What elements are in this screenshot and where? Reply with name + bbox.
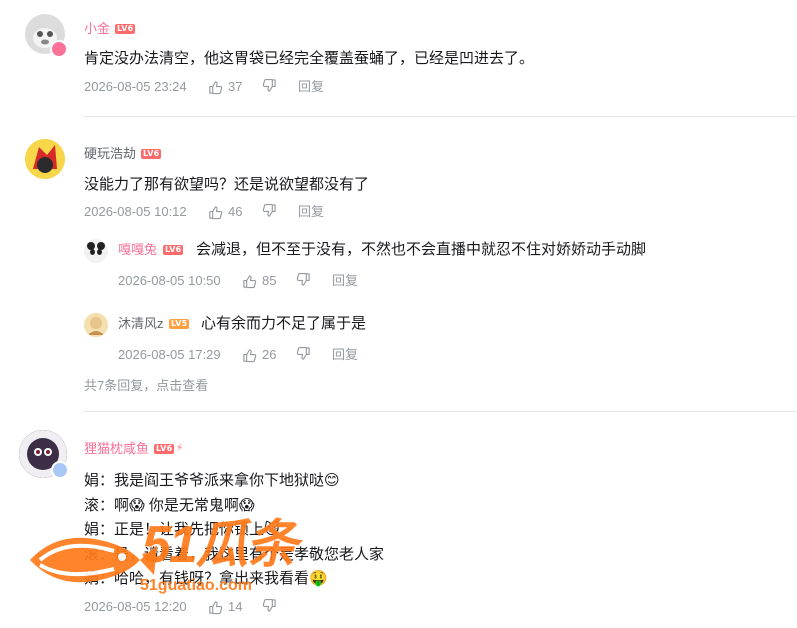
reply-button[interactable]: 回复: [298, 203, 324, 221]
reply-button[interactable]: 回复: [298, 78, 324, 96]
divider: [84, 116, 797, 117]
reply-button[interactable]: 回复: [332, 346, 358, 364]
watermark-brand: 51瓜条: [142, 516, 298, 574]
reply-avatar[interactable]: [84, 313, 108, 337]
dislike-button[interactable]: [262, 78, 277, 93]
thumbs-down-icon: [262, 78, 277, 93]
thumbs-up-icon: [242, 348, 257, 363]
thumbs-down-icon: [262, 203, 277, 218]
like-button[interactable]: 26: [242, 346, 276, 364]
view-more-replies[interactable]: 共7条回复，点击查看: [84, 378, 208, 394]
dislike-button[interactable]: [296, 272, 311, 287]
comment-meta: 2026-08-05 23:24 37 回复: [84, 78, 384, 96]
reply-text: 心有余而力不足了属于是: [201, 315, 367, 332]
thumbs-down-icon: [296, 346, 311, 361]
thumbs-down-icon: [296, 272, 311, 287]
username[interactable]: 小金: [84, 21, 110, 37]
vip-badge-icon: [50, 40, 68, 58]
username[interactable]: 狸猫枕咸鱼: [84, 441, 149, 457]
timestamp: 2026-08-05 10:50: [118, 273, 221, 288]
watermark: 51瓜条 51guatiao.com: [22, 515, 312, 605]
reply-avatar[interactable]: [84, 239, 108, 263]
user-avatar[interactable]: [25, 139, 65, 179]
watermark-url: 51guatiao.com: [140, 577, 253, 594]
username[interactable]: 硬玩浩劫: [84, 146, 136, 162]
thumbs-up-icon: [208, 80, 223, 95]
reply-text: 会减退，但不至于没有，不然也不会直播中就忍不住对娇娇动手动脚: [196, 241, 647, 258]
divider: [84, 411, 797, 412]
thumbs-up-icon: [242, 274, 257, 289]
thumbs-up-icon: [208, 205, 223, 220]
reply-username[interactable]: 嘎嘎兔: [118, 242, 157, 258]
lightning-icon: ⚡: [176, 443, 184, 454]
scream-emoji-icon: 😱: [129, 497, 145, 514]
reply-username[interactable]: 沐清风z: [118, 316, 164, 332]
like-button[interactable]: 46: [208, 203, 242, 221]
level-badge: LV5: [169, 319, 190, 329]
like-count: 37: [228, 79, 243, 94]
level-badge: LV6: [154, 444, 175, 454]
like-count: 46: [228, 204, 243, 219]
reply-meta: 2026-08-05 17:29 26 回复: [118, 346, 418, 364]
like-button[interactable]: 85: [242, 272, 276, 290]
timestamp: 2026-08-05 10:12: [84, 204, 187, 219]
comment-text: 没能力了那有欲望吗？还是说欲望都没有了: [84, 176, 370, 193]
dislike-button[interactable]: [296, 346, 311, 361]
comment-line: 娟：我是阎王爷爷派来拿你下地狱哒😊: [84, 472, 340, 489]
like-count: 85: [262, 273, 277, 288]
like-button[interactable]: 37: [208, 78, 242, 96]
dislike-button[interactable]: [262, 203, 277, 218]
reply-meta: 2026-08-05 10:50 85 回复: [118, 272, 418, 290]
timestamp: 2026-08-05 23:24: [84, 79, 187, 94]
comment-meta: 2026-08-05 10:12 46 回复: [84, 203, 384, 221]
reply-button[interactable]: 回复: [332, 272, 358, 290]
smile-emoji-icon: 😊: [324, 472, 340, 489]
level-badge: LV6: [115, 24, 136, 34]
like-count: 26: [262, 347, 277, 362]
level-badge: LV6: [141, 149, 162, 159]
comment-text: 肯定没办法清空，他这胃袋已经完全覆盖蚕蛹了，已经是凹进去了。: [84, 50, 535, 67]
verified-badge-icon: [51, 461, 69, 479]
timestamp: 2026-08-05 17:29: [118, 347, 221, 362]
scream-emoji-icon: 😱: [238, 497, 255, 514]
level-badge: LV6: [163, 245, 184, 255]
